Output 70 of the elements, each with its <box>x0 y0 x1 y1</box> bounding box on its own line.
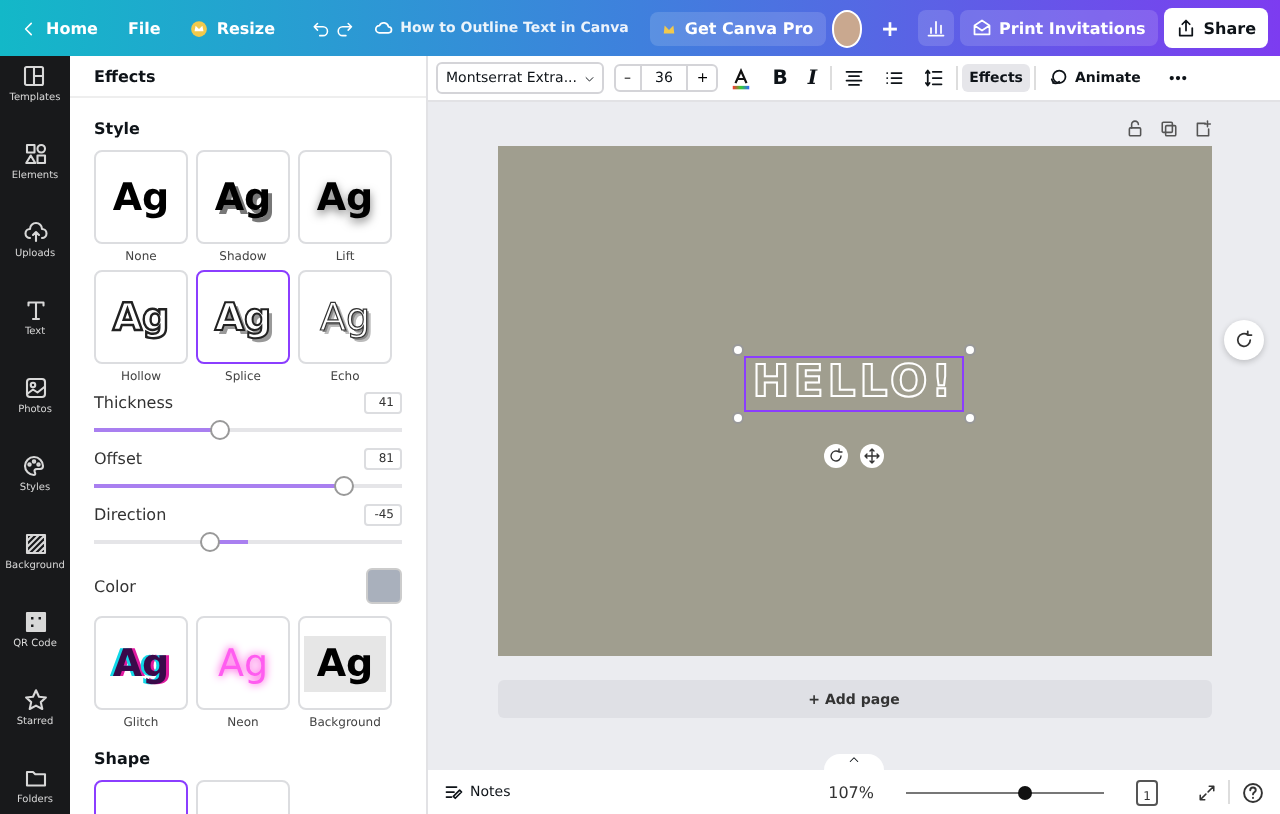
rotate-icon <box>828 447 844 463</box>
text-color-icon <box>730 67 753 89</box>
effect-option[interactable]: Ag <box>94 616 188 711</box>
color-label: Color <box>94 577 136 596</box>
resize-handle[interactable] <box>963 343 976 355</box>
zoom-level: 107% <box>828 783 874 801</box>
effect-option[interactable]: Ag <box>196 270 290 365</box>
sidebar-icon <box>23 610 47 634</box>
crown-icon <box>662 21 677 35</box>
effect-option[interactable]: Ag <box>298 150 392 245</box>
resize-handle[interactable] <box>732 343 745 355</box>
undo-icon <box>311 17 330 39</box>
slider-thumb[interactable] <box>333 476 354 497</box>
panel-title: Effects <box>70 56 426 99</box>
share-button[interactable]: Share <box>1163 8 1269 48</box>
slider-thumb[interactable] <box>199 532 220 553</box>
move-icon <box>864 447 880 463</box>
slider-label: Thickness <box>94 394 174 413</box>
line-spacing-icon <box>923 68 944 88</box>
effect-option[interactable]: Ag <box>298 270 392 365</box>
crown-icon <box>190 19 209 37</box>
duplicate-icon <box>1159 120 1177 138</box>
sidebar-icon <box>23 532 47 556</box>
refresh-button[interactable] <box>1224 320 1264 360</box>
insights-button[interactable] <box>917 10 954 46</box>
zoom-thumb[interactable] <box>1018 785 1033 799</box>
share-icon <box>1175 18 1196 38</box>
sidebar-icon <box>23 766 47 790</box>
cloud-icon <box>374 16 395 40</box>
expand-icon <box>1198 783 1216 801</box>
section-heading: Style <box>94 120 142 139</box>
effect-option[interactable]: Ag <box>94 270 188 365</box>
add-page-icon <box>1193 120 1211 138</box>
slider-thumb[interactable] <box>210 420 231 441</box>
back-chevron-icon <box>20 19 38 37</box>
envelope-icon <box>971 18 992 38</box>
section-heading: Shape <box>94 750 153 769</box>
color-swatch[interactable] <box>366 568 402 605</box>
avatar[interactable] <box>831 9 863 47</box>
sidebar-icon <box>23 376 47 400</box>
italic-button[interactable]: I <box>799 61 826 95</box>
redo-icon <box>335 17 354 39</box>
effect-option[interactable]: Ag <box>196 150 290 245</box>
resize-handle[interactable] <box>963 411 976 423</box>
sidebar-icon <box>23 688 47 712</box>
add-button[interactable]: + <box>868 7 912 49</box>
chevron-up-icon <box>848 754 860 766</box>
effect-option[interactable]: Ag <box>94 150 188 245</box>
move-button[interactable] <box>860 443 884 467</box>
sidebar-icon <box>23 220 47 244</box>
rotate-button[interactable] <box>824 443 848 467</box>
sidebar-icon <box>23 298 47 322</box>
lock-icon <box>1125 120 1143 138</box>
sidebar-icon <box>22 454 47 478</box>
effect-option[interactable]: Ag <box>298 616 392 711</box>
slider-label: Direction <box>94 506 167 525</box>
help-icon <box>1242 781 1264 803</box>
refresh-icon <box>1234 330 1254 350</box>
bold-button[interactable]: B <box>764 61 796 95</box>
align-center-icon <box>843 68 864 88</box>
sidebar-icon <box>23 142 47 166</box>
slider-label: Offset <box>94 450 143 469</box>
animate-icon <box>1048 68 1069 88</box>
notes-icon <box>444 782 464 802</box>
list-icon <box>883 68 904 88</box>
sidebar-icon <box>22 64 47 88</box>
bar-chart-icon <box>925 18 946 38</box>
resize-handle[interactable] <box>732 411 745 423</box>
chevron-down-icon <box>583 71 594 85</box>
print-invitations-button[interactable]: Print Invitations <box>959 10 1158 46</box>
